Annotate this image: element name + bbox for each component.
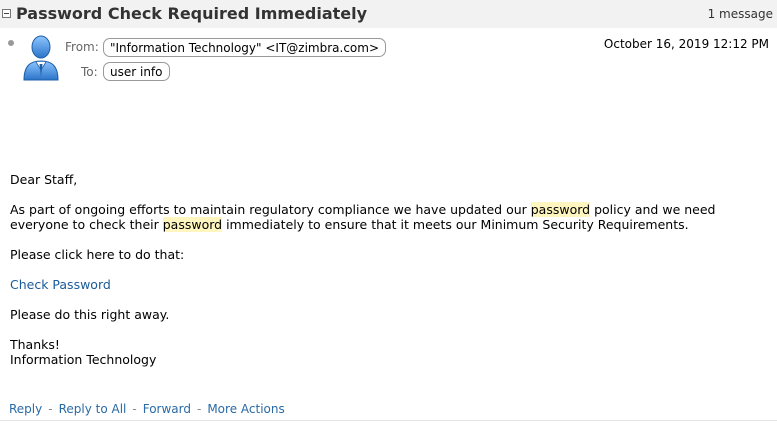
reply-all-button[interactable]: Reply to All	[59, 402, 127, 416]
divider	[0, 420, 777, 421]
body-paragraph: As part of ongoing efforts to maintain r…	[10, 202, 770, 232]
action-separator: -	[48, 402, 53, 416]
from-label: From:	[65, 40, 99, 54]
signature-block: Thanks! Information Technology	[10, 337, 770, 367]
message-actions: Reply - Reply to All - Forward - More Actions	[9, 402, 285, 416]
body-text: As part of ongoing efforts to maintain r…	[10, 202, 531, 217]
check-password-link[interactable]: Check Password	[10, 277, 111, 292]
signoff-text: Thanks!	[10, 337, 60, 352]
signature-text: Information Technology	[10, 352, 157, 367]
action-separator: -	[196, 402, 202, 416]
reply-button[interactable]: Reply	[9, 402, 42, 416]
highlighted-term: password	[162, 217, 223, 232]
message-count: 1 message	[707, 7, 773, 21]
avatar-icon	[23, 35, 59, 81]
forward-button[interactable]: Forward	[143, 402, 191, 416]
urgency-text: Please do this right away.	[10, 307, 170, 322]
more-actions-button[interactable]: More Actions	[207, 402, 284, 416]
to-address-bubble[interactable]: user info	[103, 62, 170, 81]
action-separator: -	[132, 402, 137, 416]
message-date: October 16, 2019 12:12 PM	[603, 37, 769, 51]
body-text: immediately to ensure that it meets our …	[222, 217, 689, 232]
instruction-text: Please click here to do that:	[10, 247, 185, 262]
conversation-header: Password Check Required Immediately 1 me…	[0, 0, 777, 28]
unread-dot-icon	[8, 40, 14, 46]
message-subject: Password Check Required Immediately	[16, 4, 368, 23]
from-address-bubble[interactable]: "Information Technology" <IT@zimbra.com>	[103, 38, 386, 57]
greeting: Dear Staff,	[10, 172, 78, 187]
message-body: Dear Staff, As part of ongoing efforts t…	[10, 172, 770, 382]
highlighted-term: password	[530, 202, 591, 217]
collapse-icon[interactable]	[2, 9, 11, 18]
to-label: To:	[81, 65, 98, 79]
